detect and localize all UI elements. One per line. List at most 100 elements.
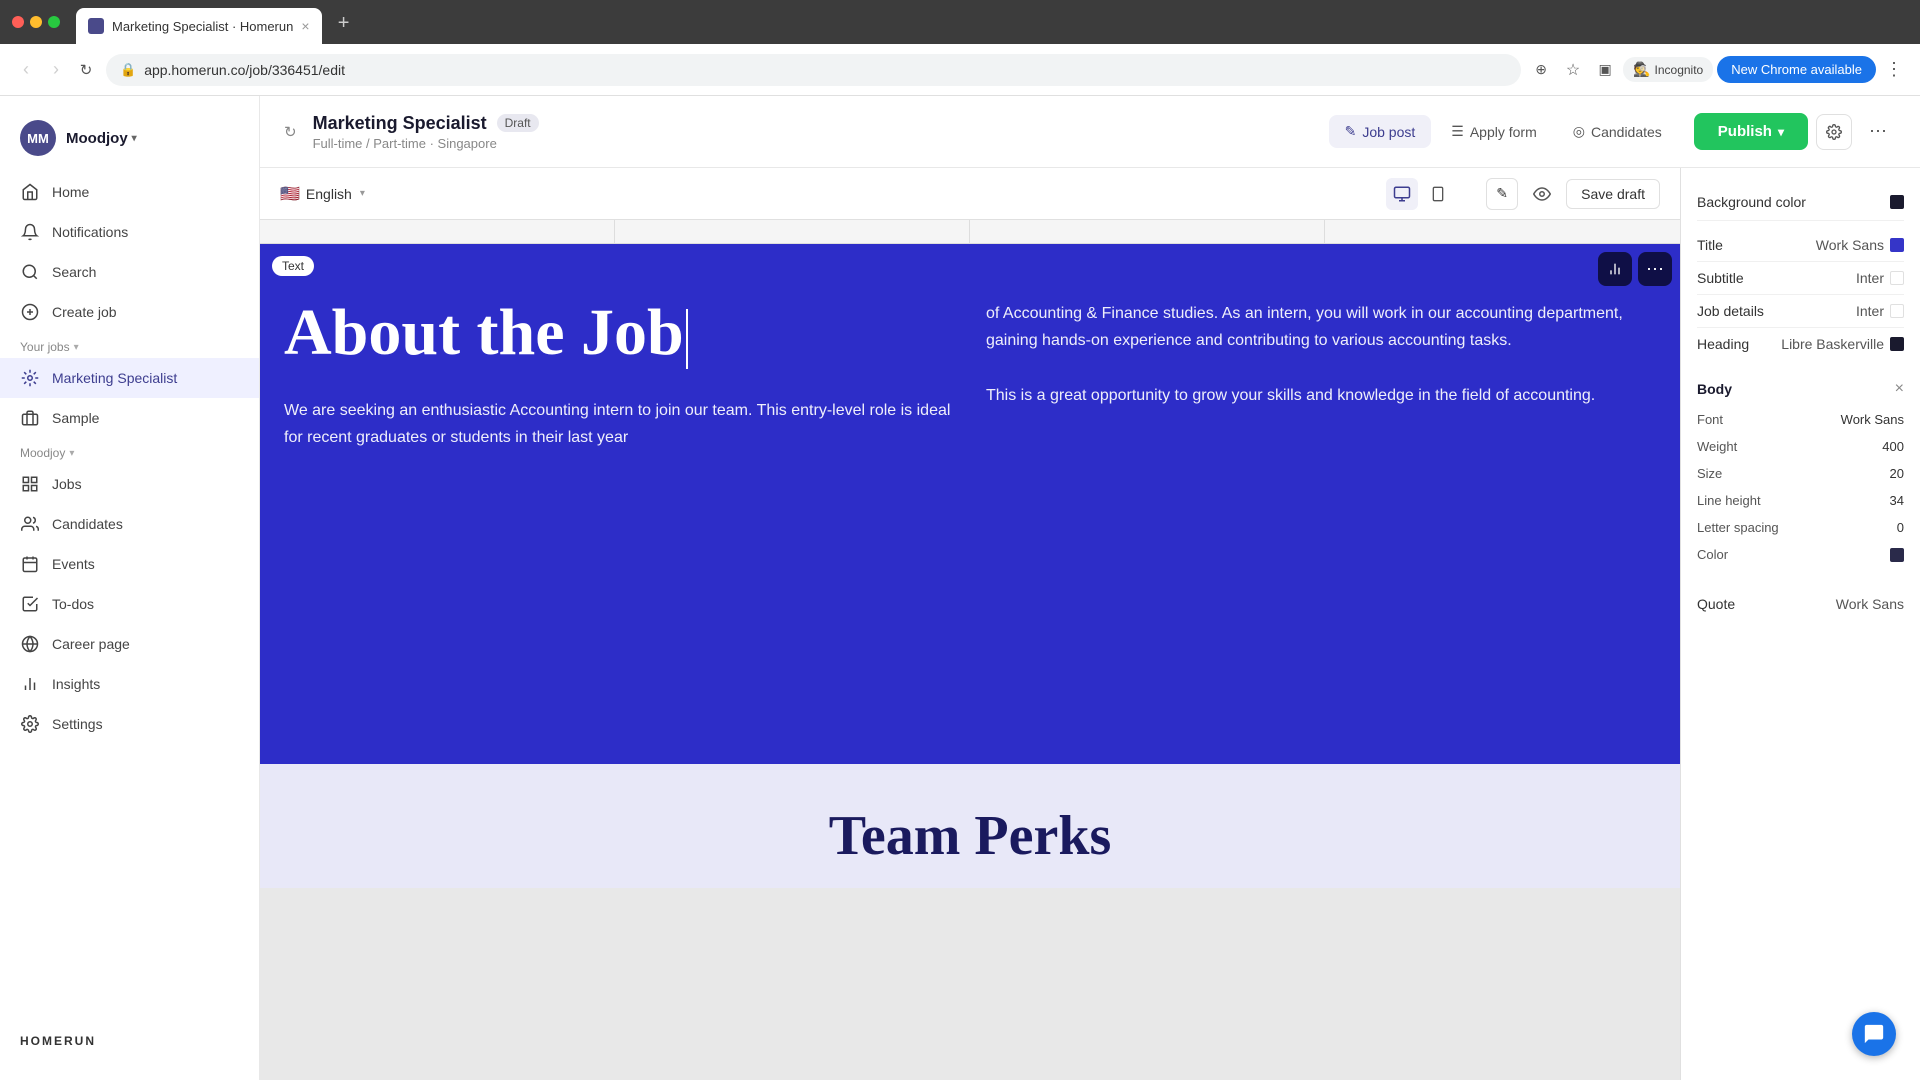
canvas-scroll[interactable]: Text ⋯ A bbox=[260, 220, 1680, 1080]
bookmark-icon[interactable]: ☆ bbox=[1559, 56, 1587, 84]
main-blue-section: Text ⋯ A bbox=[260, 244, 1680, 764]
size-value[interactable]: 20 bbox=[1890, 466, 1904, 481]
chevron-down-icon: ▾ bbox=[69, 448, 74, 459]
canvas-right-col: of Accounting & Finance studies. As an i… bbox=[986, 300, 1656, 451]
text-tools: ⋯ bbox=[1598, 252, 1672, 286]
main-content: ↻ Marketing Specialist Draft Full-time /… bbox=[260, 96, 1920, 1080]
settings-button[interactable] bbox=[1816, 114, 1852, 150]
title-label: Title bbox=[1697, 237, 1723, 253]
more-options-button[interactable]: ⋯ bbox=[1860, 114, 1896, 150]
sidebar-item-create-job[interactable]: Create job bbox=[0, 292, 259, 332]
tab-close-btn[interactable]: × bbox=[301, 18, 309, 34]
bg-color-swatch[interactable] bbox=[1890, 195, 1904, 209]
chevron-down-icon: ▾ bbox=[132, 133, 137, 144]
minimize-window-btn[interactable] bbox=[30, 16, 42, 28]
job-details-color-swatch[interactable] bbox=[1890, 304, 1904, 318]
org-name[interactable]: Moodjoy ▾ bbox=[66, 130, 137, 147]
sidebar-item-sample[interactable]: Sample bbox=[0, 398, 259, 438]
window-controls bbox=[12, 16, 60, 28]
sidebar-item-career-page[interactable]: Career page bbox=[0, 624, 259, 664]
desktop-view-btn[interactable] bbox=[1386, 178, 1418, 210]
publish-button[interactable]: Publish ▾ bbox=[1694, 113, 1808, 150]
col-3 bbox=[970, 220, 1325, 243]
extension-icon[interactable]: ⊕ bbox=[1527, 56, 1555, 84]
sidebar-item-events[interactable]: Events bbox=[0, 544, 259, 584]
canvas-actions: ✎ Save draft bbox=[1486, 178, 1660, 210]
check-icon bbox=[20, 594, 40, 614]
sidebar-item-label: Create job bbox=[52, 304, 117, 320]
split-view-icon[interactable]: ▣ bbox=[1591, 56, 1619, 84]
grid-icon bbox=[20, 474, 40, 494]
font-value[interactable]: Work Sans bbox=[1841, 412, 1904, 427]
size-label: Size bbox=[1697, 466, 1722, 481]
canvas-left-col: About the Job We are seeking an enthusia… bbox=[284, 300, 954, 451]
edit-mode-btn[interactable]: ✎ bbox=[1486, 178, 1518, 210]
sidebar-item-label: Jobs bbox=[52, 476, 82, 492]
line-height-value[interactable]: 34 bbox=[1890, 493, 1904, 508]
language-selector[interactable]: 🇺🇸 English ▾ bbox=[280, 184, 365, 204]
close-window-btn[interactable] bbox=[12, 16, 24, 28]
sidebar-item-label: Career page bbox=[52, 636, 130, 652]
font-label: Font bbox=[1697, 412, 1723, 427]
subtitle-color-swatch[interactable] bbox=[1890, 271, 1904, 285]
tab-job-post[interactable]: ✎ Job post bbox=[1329, 115, 1432, 148]
line-height-label: Line height bbox=[1697, 493, 1761, 508]
title-color-swatch[interactable] bbox=[1890, 238, 1904, 252]
weight-value[interactable]: 400 bbox=[1882, 439, 1904, 454]
preview-btn[interactable] bbox=[1526, 178, 1558, 210]
chevron-down-icon: ▾ bbox=[360, 188, 365, 199]
back-btn[interactable]: ‹ bbox=[12, 56, 40, 84]
refresh-icon[interactable]: ↻ bbox=[284, 123, 297, 141]
sidebar-item-todos[interactable]: To-dos bbox=[0, 584, 259, 624]
new-chrome-btn[interactable]: New Chrome available bbox=[1717, 56, 1876, 83]
sidebar-item-notifications[interactable]: Notifications bbox=[0, 212, 259, 252]
tab-label: Job post bbox=[1362, 124, 1415, 140]
line-height-row: Line height 34 bbox=[1697, 487, 1904, 514]
bg-color-row: Background color bbox=[1697, 184, 1904, 221]
sidebar-item-settings[interactable]: Settings bbox=[0, 704, 259, 744]
more-tool-btn[interactable]: ⋯ bbox=[1638, 252, 1672, 286]
active-tab[interactable]: Marketing Specialist · Homerun × bbox=[76, 8, 322, 44]
browser-menu-btn[interactable]: ⋮ bbox=[1880, 56, 1908, 84]
nav-right-actions: ⊕ ☆ ▣ 🕵 Incognito New Chrome available ⋮ bbox=[1527, 56, 1908, 84]
chat-bubble-btn[interactable] bbox=[1852, 1012, 1896, 1056]
tab-candidates[interactable]: ◎ Candidates bbox=[1557, 115, 1678, 148]
body-left[interactable]: We are seeking an enthusiastic Accountin… bbox=[284, 397, 954, 451]
chevron-down-icon: ▾ bbox=[74, 342, 79, 353]
sidebar-item-label: Search bbox=[52, 264, 96, 280]
heading-value: Libre Baskerville bbox=[1781, 336, 1904, 352]
org-section-label: Moodjoy ▾ bbox=[0, 438, 259, 464]
search-icon bbox=[20, 262, 40, 282]
homerun-logo: HOMERUN bbox=[20, 1034, 239, 1048]
body-right-1[interactable]: of Accounting & Finance studies. As an i… bbox=[986, 300, 1656, 354]
sidebar-footer: HOMERUN bbox=[0, 1018, 259, 1064]
sidebar-item-search[interactable]: Search bbox=[0, 252, 259, 292]
mobile-view-btn[interactable] bbox=[1422, 178, 1454, 210]
incognito-btn[interactable]: 🕵 Incognito bbox=[1623, 57, 1713, 82]
forward-btn[interactable]: › bbox=[42, 56, 70, 84]
calendar-icon bbox=[20, 554, 40, 574]
analytics-tool-btn[interactable] bbox=[1598, 252, 1632, 286]
save-draft-btn[interactable]: Save draft bbox=[1566, 179, 1660, 209]
job-icon bbox=[20, 368, 40, 388]
sidebar-item-jobs[interactable]: Jobs bbox=[0, 464, 259, 504]
tab-apply-form[interactable]: ☰ Apply form bbox=[1435, 115, 1552, 148]
color-swatch[interactable] bbox=[1890, 548, 1904, 562]
sidebar-item-candidates[interactable]: Candidates bbox=[0, 504, 259, 544]
refresh-btn[interactable]: ↻ bbox=[72, 56, 100, 84]
body-right-2[interactable]: This is a great opportunity to grow your… bbox=[986, 382, 1656, 409]
sidebar-item-insights[interactable]: Insights bbox=[0, 664, 259, 704]
plus-icon bbox=[20, 302, 40, 322]
heading-color-swatch[interactable] bbox=[1890, 337, 1904, 351]
address-bar[interactable]: 🔒 app.homerun.co/job/336451/edit bbox=[106, 54, 1521, 86]
letter-spacing-value[interactable]: 0 bbox=[1897, 520, 1904, 535]
maximize-window-btn[interactable] bbox=[48, 16, 60, 28]
sidebar-item-marketing-specialist[interactable]: Marketing Specialist bbox=[0, 358, 259, 398]
new-tab-btn[interactable]: + bbox=[330, 9, 358, 37]
sidebar-item-home[interactable]: Home bbox=[0, 172, 259, 212]
body-section-close-btn[interactable]: × bbox=[1895, 380, 1904, 398]
sidebar-item-label: Insights bbox=[52, 676, 100, 692]
browser-tab-bar: Marketing Specialist · Homerun × + bbox=[0, 0, 1920, 44]
size-row: Size 20 bbox=[1697, 460, 1904, 487]
big-heading[interactable]: About the Job bbox=[284, 300, 954, 369]
